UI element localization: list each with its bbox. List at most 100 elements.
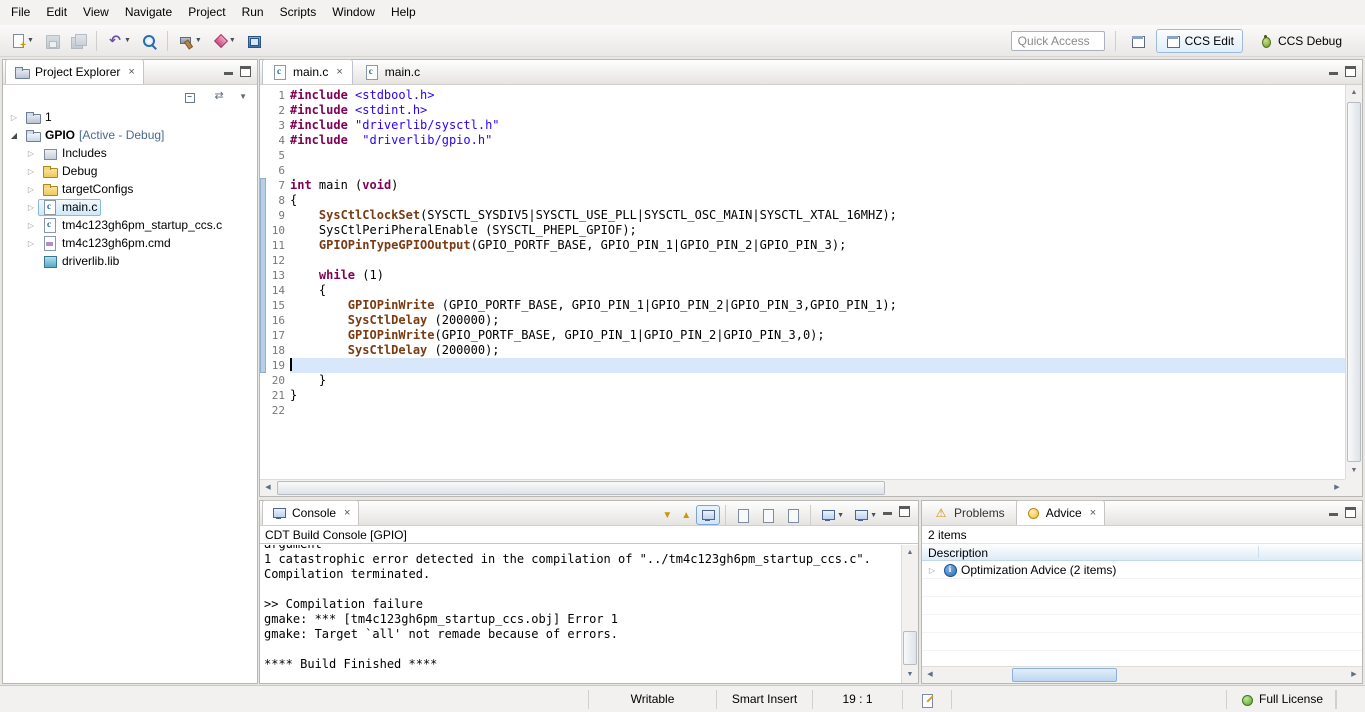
project-explorer-tab[interactable]: Project Explorer × bbox=[5, 59, 144, 84]
description-column-header[interactable]: Description bbox=[922, 543, 1362, 561]
code-line-15[interactable]: 15 GPIOPinWrite (GPIO_PORTF_BASE, GPIO_P… bbox=[260, 298, 1345, 313]
tree-item-tm4c123gh6pm-cmd[interactable]: ▷tm4c123gh6pm.cmd bbox=[3, 234, 257, 252]
code-line-11[interactable]: 11 GPIOPinTypeGPIOOutput(GPIO_PORTF_BASE… bbox=[260, 238, 1345, 253]
tree-item-includes[interactable]: ▷Includes bbox=[3, 144, 257, 162]
collapse-arrow-icon[interactable]: ◢ bbox=[7, 131, 21, 140]
menu-navigate[interactable]: Navigate bbox=[117, 0, 180, 23]
code-line-4[interactable]: 4#include "driverlib/gpio.h" bbox=[260, 133, 1345, 148]
code-line-7[interactable]: 7int main (void) bbox=[260, 178, 1345, 193]
editor-vscroll-thumb[interactable] bbox=[1347, 102, 1361, 462]
code-line-18[interactable]: 18 SysCtlDelay (200000); bbox=[260, 343, 1345, 358]
display-console-button[interactable]: ▼ bbox=[816, 505, 848, 525]
maximize-button[interactable] bbox=[899, 506, 910, 520]
editor-vertical-scrollbar[interactable]: ▲ ▼ bbox=[1345, 85, 1362, 479]
close-icon[interactable]: × bbox=[1090, 507, 1096, 519]
menu-scripts[interactable]: Scripts bbox=[272, 0, 325, 23]
minimize-button[interactable] bbox=[1328, 66, 1339, 80]
menu-edit[interactable]: Edit bbox=[38, 0, 75, 23]
dropdown-arrow-icon[interactable]: ▼ bbox=[870, 512, 877, 519]
expand-arrow-icon[interactable]: ▷ bbox=[24, 167, 38, 176]
undo-button[interactable]: ↶ ▼ bbox=[103, 29, 135, 53]
code-line-22[interactable]: 22 bbox=[260, 403, 1345, 418]
console-tab[interactable]: Console × bbox=[262, 500, 359, 525]
minimize-button[interactable] bbox=[882, 506, 893, 520]
scroll-left-arrow-icon[interactable]: ◀ bbox=[260, 480, 276, 496]
menu-help[interactable]: Help bbox=[383, 0, 424, 23]
minimize-button[interactable] bbox=[1328, 507, 1339, 521]
code-line-9[interactable]: 9 SysCtlClockSet(SYSCTL_SYSDIV5|SYSCTL_U… bbox=[260, 208, 1345, 223]
search-button[interactable] bbox=[137, 29, 161, 53]
scroll-left-arrow-icon[interactable]: ◀ bbox=[922, 667, 938, 683]
pin-console-button[interactable] bbox=[696, 505, 720, 525]
expand-arrow-icon[interactable]: ▷ bbox=[24, 239, 38, 248]
show-stderr-button[interactable]: ▲ bbox=[677, 505, 695, 525]
save-button[interactable] bbox=[40, 29, 64, 53]
open-perspective-button[interactable] bbox=[1126, 29, 1150, 53]
editor-tab-main-c-2[interactable]: main.c bbox=[355, 59, 429, 84]
view-menu-button[interactable]: ▼ bbox=[235, 86, 251, 106]
menu-window[interactable]: Window bbox=[324, 0, 383, 23]
menu-run[interactable]: Run bbox=[234, 0, 272, 23]
advice-tab[interactable]: Advice × bbox=[1016, 500, 1105, 525]
flash-button[interactable]: ▼ bbox=[208, 29, 240, 53]
code-line-16[interactable]: 16 SysCtlDelay (200000); bbox=[260, 313, 1345, 328]
link-editor-button[interactable]: ⇄ bbox=[207, 86, 231, 106]
menu-project[interactable]: Project bbox=[180, 0, 233, 23]
clear-console-button[interactable] bbox=[731, 505, 755, 525]
quick-access-input[interactable] bbox=[1011, 31, 1105, 51]
console-vertical-scrollbar[interactable]: ▲ ▼ bbox=[901, 545, 918, 683]
editor-horizontal-scrollbar[interactable]: ◀ ▶ bbox=[260, 479, 1345, 496]
build-button[interactable]: ▼ bbox=[174, 29, 206, 53]
menu-view[interactable]: View bbox=[75, 0, 117, 23]
advice-hscroll-thumb[interactable] bbox=[1012, 668, 1117, 682]
expand-arrow-icon[interactable]: ▷ bbox=[24, 149, 38, 158]
code-editor[interactable]: 1#include <stdbool.h>2#include <stdint.h… bbox=[260, 85, 1345, 479]
tree-item-driverlib-lib[interactable]: driverlib.lib bbox=[3, 252, 257, 270]
editor-hscroll-thumb[interactable] bbox=[277, 481, 885, 495]
tree-item-tm4c123gh6pm-startup-ccs-c[interactable]: ▷tm4c123gh6pm_startup_ccs.c bbox=[3, 216, 257, 234]
scroll-up-arrow-icon[interactable]: ▲ bbox=[902, 545, 918, 561]
code-line-2[interactable]: 2#include <stdint.h> bbox=[260, 103, 1345, 118]
close-icon[interactable]: × bbox=[128, 66, 134, 78]
tree-item-targetconfigs[interactable]: ▷targetConfigs bbox=[3, 180, 257, 198]
tree-item-gpio[interactable]: ◢GPIO [Active - Debug] bbox=[3, 126, 257, 144]
code-line-17[interactable]: 17 GPIOPinWrite(GPIO_PORTF_BASE, GPIO_PI… bbox=[260, 328, 1345, 343]
console-vscroll-thumb[interactable] bbox=[903, 631, 917, 665]
maximize-button[interactable] bbox=[1345, 66, 1356, 80]
code-line-10[interactable]: 10 SysCtlPeriPheralEnable (SYSCTL_PHEPL_… bbox=[260, 223, 1345, 238]
code-line-13[interactable]: 13 while (1) bbox=[260, 268, 1345, 283]
open-console-button[interactable]: ▼ bbox=[849, 505, 881, 525]
expand-arrow-icon[interactable]: ▷ bbox=[24, 185, 38, 194]
close-icon[interactable]: × bbox=[336, 66, 342, 78]
maximize-button[interactable] bbox=[1345, 507, 1356, 521]
word-wrap-button[interactable] bbox=[781, 505, 805, 525]
advice-row[interactable]: ▷Optimization Advice (2 items) bbox=[922, 561, 1362, 579]
new-button[interactable]: ▼ bbox=[6, 29, 38, 53]
dropdown-arrow-icon[interactable]: ▼ bbox=[837, 512, 844, 519]
code-line-21[interactable]: 21} bbox=[260, 388, 1345, 403]
close-icon[interactable]: × bbox=[344, 507, 350, 519]
expand-arrow-icon[interactable]: ▷ bbox=[925, 566, 939, 575]
scroll-down-arrow-icon[interactable]: ▼ bbox=[902, 667, 918, 683]
advice-horizontal-scrollbar[interactable]: ◀ ▶ bbox=[922, 666, 1362, 683]
show-stdout-button[interactable]: ▼ bbox=[658, 505, 676, 525]
code-line-12[interactable]: 12 bbox=[260, 253, 1345, 268]
code-line-6[interactable]: 6 bbox=[260, 163, 1345, 178]
problems-tab[interactable]: ⚠ Problems bbox=[924, 500, 1014, 525]
expand-arrow-icon[interactable]: ▷ bbox=[7, 113, 21, 122]
dropdown-arrow-icon[interactable]: ▼ bbox=[229, 37, 236, 44]
code-line-1[interactable]: 1#include <stdbool.h> bbox=[260, 88, 1345, 103]
dropdown-arrow-icon[interactable]: ▼ bbox=[124, 37, 131, 44]
dropdown-arrow-icon[interactable]: ▼ bbox=[27, 37, 34, 44]
target-config-button[interactable] bbox=[242, 29, 266, 53]
editor-tab-main-c[interactable]: main.c × bbox=[262, 59, 353, 84]
code-line-20[interactable]: 20 } bbox=[260, 373, 1345, 388]
minimize-button[interactable] bbox=[223, 66, 234, 80]
dropdown-arrow-icon[interactable]: ▼ bbox=[195, 37, 202, 44]
code-line-14[interactable]: 14 { bbox=[260, 283, 1345, 298]
scroll-down-arrow-icon[interactable]: ▼ bbox=[1346, 463, 1362, 479]
expand-arrow-icon[interactable]: ▷ bbox=[24, 203, 38, 212]
code-line-5[interactable]: 5 bbox=[260, 148, 1345, 163]
code-line-19[interactable]: 19 bbox=[260, 358, 1345, 373]
expand-arrow-icon[interactable]: ▷ bbox=[24, 221, 38, 230]
